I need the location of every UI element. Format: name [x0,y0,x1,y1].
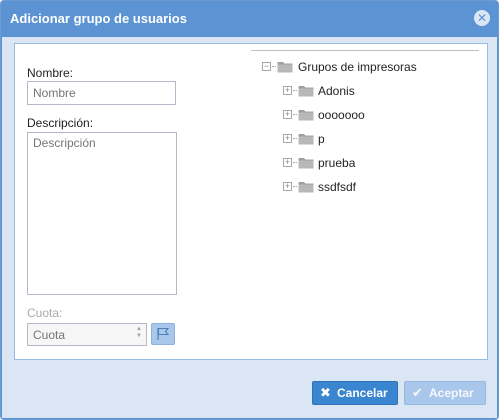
tree-header-line [251,50,479,51]
cancel-button-label: Cancelar [337,386,388,400]
name-label: Nombre: [27,66,74,80]
tree-node[interactable]: + ssdfsdf [251,178,483,196]
collapse-icon[interactable]: − [262,62,271,71]
dialog-footer: ✖ Cancelar ✔ Aceptar [2,374,497,418]
tree-node-label: Grupos de impresoras [298,60,417,74]
expand-icon[interactable]: + [283,110,292,119]
folder-icon [298,134,314,145]
accept-button[interactable]: ✔ Aceptar [404,381,486,405]
check-icon: ✔ [412,385,423,400]
dialog-title: Adicionar grupo de usuarios [10,11,187,26]
dialog-body: Nombre: Descripción: Cuota: ▲▼ [2,37,497,374]
add-user-group-dialog: Adicionar grupo de usuarios ✕ Nombre: De… [0,0,499,420]
description-label: Descripción: [27,116,94,130]
tree-node-label: p [318,132,325,146]
tree-node-label: Adonis [318,84,355,98]
tree-node[interactable]: + ooooooo [251,106,483,124]
tree-node-label: prueba [318,156,356,170]
name-input[interactable] [27,81,176,105]
spinner-arrows-icon[interactable]: ▲ ▼ [135,326,143,340]
x-icon: ✖ [320,385,331,400]
close-icon[interactable]: ✕ [474,10,490,26]
tree-node[interactable]: + p [251,130,483,148]
expand-icon[interactable]: + [283,134,292,143]
flag-icon [157,327,170,340]
folder-icon [298,86,314,97]
folder-icon [298,182,314,193]
quota-label: Cuota: [27,306,63,320]
content-panel: Nombre: Descripción: Cuota: ▲▼ [14,43,488,360]
accept-button-label: Aceptar [429,386,474,400]
tree-node[interactable]: + prueba [251,154,483,172]
expand-icon[interactable]: + [283,158,292,167]
dialog-titlebar[interactable]: Adicionar grupo de usuarios ✕ [1,1,498,37]
folder-icon [298,158,314,169]
tree-node-root[interactable]: − Grupos de impresoras [251,58,483,76]
quota-stepper[interactable]: ▲▼ [27,323,147,346]
folder-icon [298,110,314,121]
folder-icon [277,62,293,73]
cancel-button[interactable]: ✖ Cancelar [312,381,398,405]
quota-input[interactable] [27,323,147,346]
tree-node-label: ooooooo [318,108,365,122]
expand-icon[interactable]: + [283,86,292,95]
tree-node-label: ssdfsdf [318,180,357,194]
description-textarea[interactable] [27,132,177,295]
expand-icon[interactable]: + [283,182,292,191]
tree-node[interactable]: + Adonis [251,82,483,100]
quota-flag-button[interactable] [151,323,175,345]
